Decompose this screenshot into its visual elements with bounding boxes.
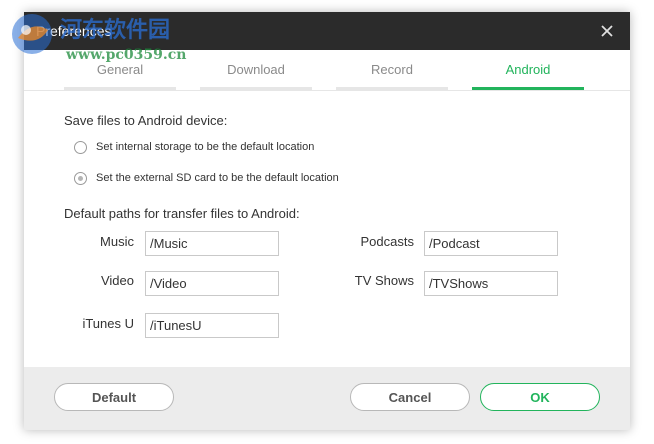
tab-android[interactable]: Android xyxy=(472,50,584,90)
tab-underline xyxy=(200,87,312,90)
tab-bar: General Download Record Android xyxy=(24,50,630,91)
podcasts-label: Podcasts xyxy=(360,234,414,249)
preferences-dialog: Preferences General Download Record Andr… xyxy=(24,12,630,430)
itunes-u-path-input[interactable] xyxy=(145,313,279,338)
default-button[interactable]: Default xyxy=(54,383,174,411)
internal-storage-radio[interactable] xyxy=(74,141,87,154)
itunes-u-label: iTunes U xyxy=(82,316,134,331)
tab-download[interactable]: Download xyxy=(200,50,312,90)
dialog-footer: Default Cancel OK xyxy=(24,367,630,430)
tab-label: Android xyxy=(505,62,551,77)
video-path-input[interactable] xyxy=(145,271,279,296)
tab-general[interactable]: General xyxy=(64,50,176,90)
music-label: Music xyxy=(100,234,134,249)
title-bar: Preferences xyxy=(24,12,630,50)
podcasts-path-input[interactable] xyxy=(424,231,558,256)
tv-shows-path-input[interactable] xyxy=(424,271,558,296)
music-path-input[interactable] xyxy=(145,231,279,256)
android-settings-panel: Save files to Android device: Set intern… xyxy=(24,91,630,367)
save-files-label: Save files to Android device: xyxy=(64,113,228,128)
sd-card-radio[interactable] xyxy=(74,172,87,185)
tab-label: Download xyxy=(227,62,285,77)
default-paths-label: Default paths for transfer files to Andr… xyxy=(64,206,300,221)
tab-record[interactable]: Record xyxy=(336,50,448,90)
video-label: Video xyxy=(100,273,134,288)
tab-underline xyxy=(336,87,448,90)
internal-storage-label: Set internal storage to be the default l… xyxy=(96,141,315,153)
close-icon[interactable] xyxy=(598,22,616,40)
sd-card-label: Set the external SD card to be the defau… xyxy=(96,172,339,184)
tab-underline xyxy=(472,87,584,90)
cancel-button[interactable]: Cancel xyxy=(350,383,470,411)
tab-underline xyxy=(64,87,176,90)
ok-button[interactable]: OK xyxy=(480,383,600,411)
tab-label: Record xyxy=(371,62,413,77)
window-title: Preferences xyxy=(36,23,112,39)
tv-shows-label: TV Shows xyxy=(354,273,414,288)
tab-label: General xyxy=(96,62,144,77)
